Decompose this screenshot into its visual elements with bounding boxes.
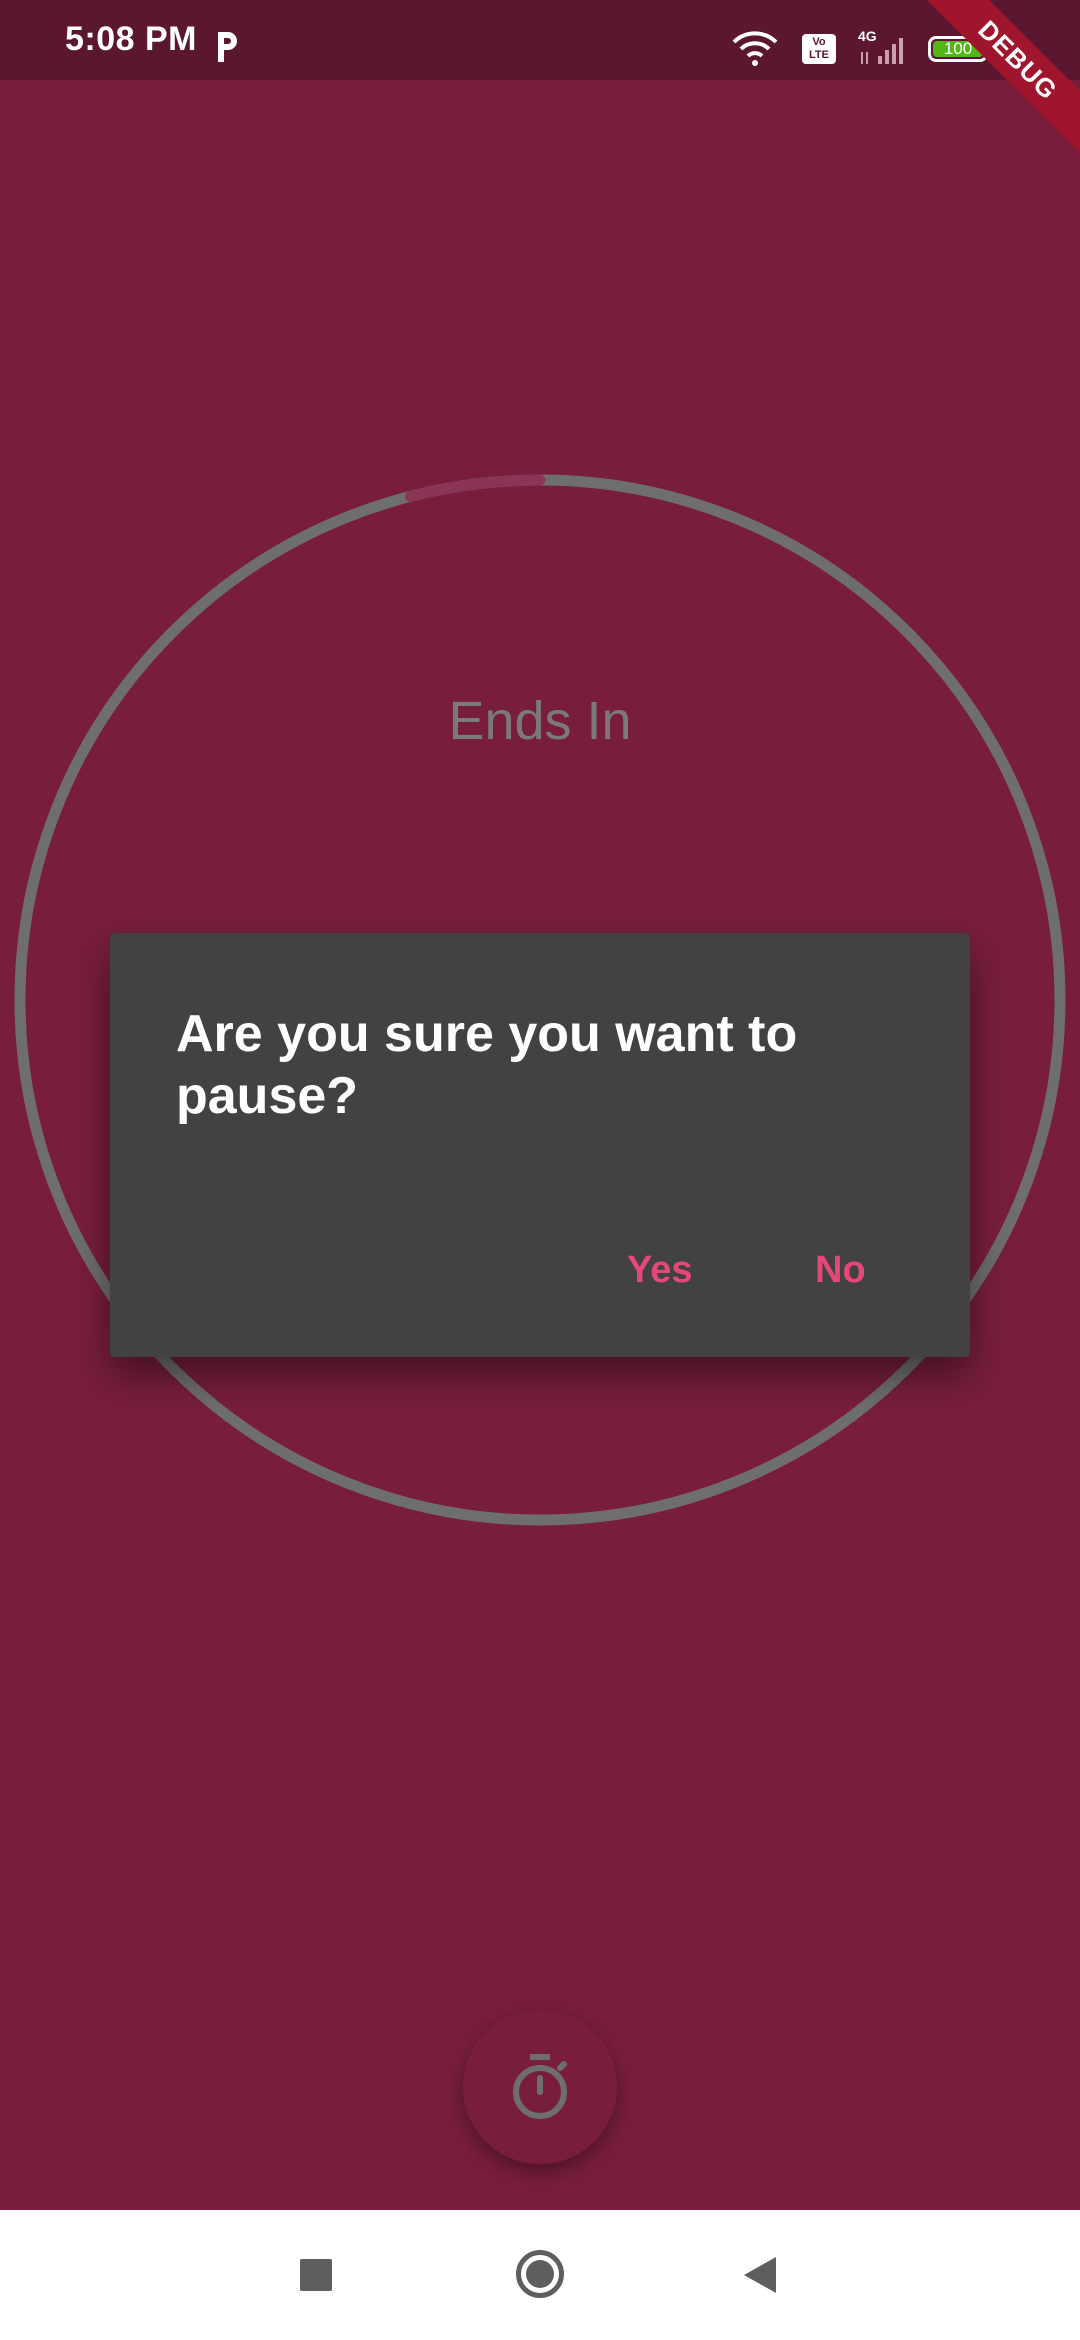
signal-icon bbox=[861, 38, 903, 64]
no-button[interactable]: No bbox=[803, 1239, 878, 1302]
dialog-title: Are you sure you want to pause? bbox=[176, 1005, 798, 1125]
stopwatch-icon bbox=[513, 2054, 567, 2119]
yes-button[interactable]: Yes bbox=[615, 1239, 705, 1302]
status-bar: 5:08 PM Vo LTE 4G 100 bbox=[0, 0, 1080, 80]
parking-icon bbox=[218, 32, 237, 62]
volte-icon: Vo LTE bbox=[802, 34, 836, 64]
timer-label: Ends In bbox=[448, 691, 632, 751]
navigation-bar bbox=[0, 2210, 1080, 2340]
pause-confirm-dialog: Are you sure you want to pause? Yes No bbox=[110, 933, 970, 1357]
wifi-icon bbox=[732, 31, 778, 66]
back-icon[interactable] bbox=[742, 2255, 778, 2295]
home-icon[interactable] bbox=[516, 2250, 564, 2298]
timer-ring-progress bbox=[405, 474, 546, 502]
recents-icon[interactable] bbox=[300, 2259, 332, 2291]
status-time: 5:08 PM bbox=[65, 20, 197, 58]
stopwatch-button[interactable] bbox=[463, 2010, 617, 2164]
